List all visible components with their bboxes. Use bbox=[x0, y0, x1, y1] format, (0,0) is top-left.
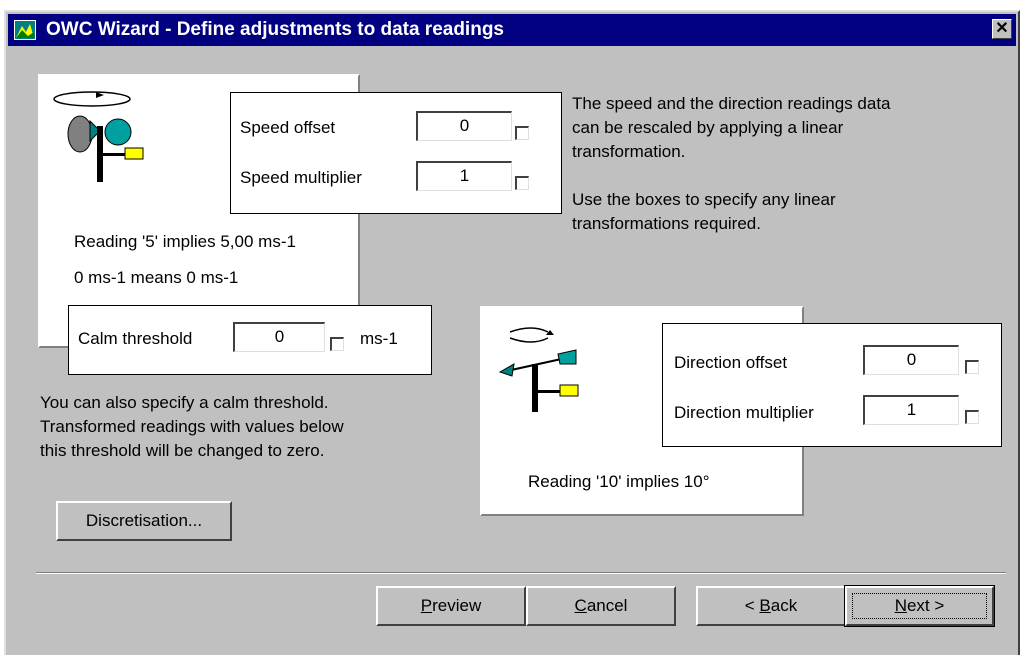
calm-threshold-label: Calm threshold bbox=[78, 329, 193, 348]
preview-accel: P bbox=[420, 596, 433, 615]
description-line-3: transformation. bbox=[572, 142, 686, 161]
speed-offset-checkbox[interactable] bbox=[515, 126, 529, 140]
close-button[interactable]: ✕ bbox=[992, 19, 1012, 39]
calm-help-line-1: You can also specify a calm threshold. bbox=[40, 393, 329, 412]
direction-settings-box: Direction offset 0 Direction multiplier … bbox=[662, 323, 1002, 447]
direction-multiplier-label: Direction multiplier bbox=[674, 403, 814, 422]
discretisation-button[interactable]: Discretisation... bbox=[56, 501, 232, 541]
preview-button[interactable]: Preview bbox=[376, 586, 526, 626]
description-line-4: Use the boxes to specify any linear bbox=[572, 190, 836, 209]
wizard-app-icon bbox=[14, 20, 36, 40]
calm-help-line-3: this threshold will be changed to zero. bbox=[40, 441, 325, 460]
next-button[interactable]: Next > bbox=[844, 585, 995, 627]
cancel-accel: C bbox=[574, 596, 587, 615]
back-accel: B bbox=[759, 596, 771, 615]
calm-threshold-box: Calm threshold 0 ms-1 bbox=[68, 305, 432, 375]
description-line-1: The speed and the direction readings dat… bbox=[572, 94, 891, 113]
direction-offset-field[interactable]: 0 bbox=[863, 345, 959, 375]
description-line-5: transformations required. bbox=[572, 214, 761, 233]
speed-multiplier-field[interactable]: 1 bbox=[416, 161, 512, 191]
back-label: ack bbox=[770, 596, 798, 615]
speed-multiplier-checkbox[interactable] bbox=[515, 176, 529, 190]
close-icon: ✕ bbox=[995, 20, 1009, 37]
direction-multiplier-checkbox[interactable] bbox=[965, 410, 979, 424]
anemometer-icon bbox=[53, 91, 144, 182]
speed-multiplier-label: Speed multiplier bbox=[240, 168, 362, 187]
calm-threshold-checkbox[interactable] bbox=[330, 337, 344, 351]
speed-offset-label: Speed offset bbox=[240, 118, 336, 137]
direction-offset-label: Direction offset bbox=[674, 353, 788, 372]
description-line-2: can be rescaled by applying a linear bbox=[572, 118, 844, 137]
next-accel: N bbox=[894, 596, 907, 615]
calm-threshold-field[interactable]: 0 bbox=[233, 322, 325, 352]
speed-means-text: 0 ms-1 means 0 ms-1 bbox=[74, 268, 239, 287]
title-bar: OWC Wizard - Define adjustments to data … bbox=[8, 14, 1016, 46]
wizard-window: OWC Wizard - Define adjustments to data … bbox=[4, 10, 1020, 655]
speed-reading-text: Reading '5' implies 5,00 ms-1 bbox=[74, 232, 296, 251]
speed-settings-box: Speed offset 0 Speed multiplier 1 bbox=[230, 92, 562, 214]
cancel-button[interactable]: Cancel bbox=[526, 586, 676, 626]
preview-label: review bbox=[432, 596, 482, 615]
separator bbox=[36, 572, 1006, 574]
calm-help-line-2: Transformed readings with values below bbox=[40, 417, 344, 436]
direction-offset-checkbox[interactable] bbox=[965, 360, 979, 374]
wind-vane-icon bbox=[498, 327, 579, 412]
next-label: ext > bbox=[906, 596, 945, 615]
speed-offset-field[interactable]: 0 bbox=[416, 111, 512, 141]
calm-threshold-unit: ms-1 bbox=[360, 329, 398, 348]
direction-reading-text: Reading '10' implies 10° bbox=[528, 472, 710, 491]
back-prefix: < bbox=[744, 596, 760, 615]
cancel-label: ancel bbox=[586, 596, 628, 615]
window-title: OWC Wizard - Define adjustments to data … bbox=[46, 19, 504, 40]
back-button[interactable]: < Back bbox=[696, 586, 846, 626]
direction-multiplier-field[interactable]: 1 bbox=[863, 395, 959, 425]
